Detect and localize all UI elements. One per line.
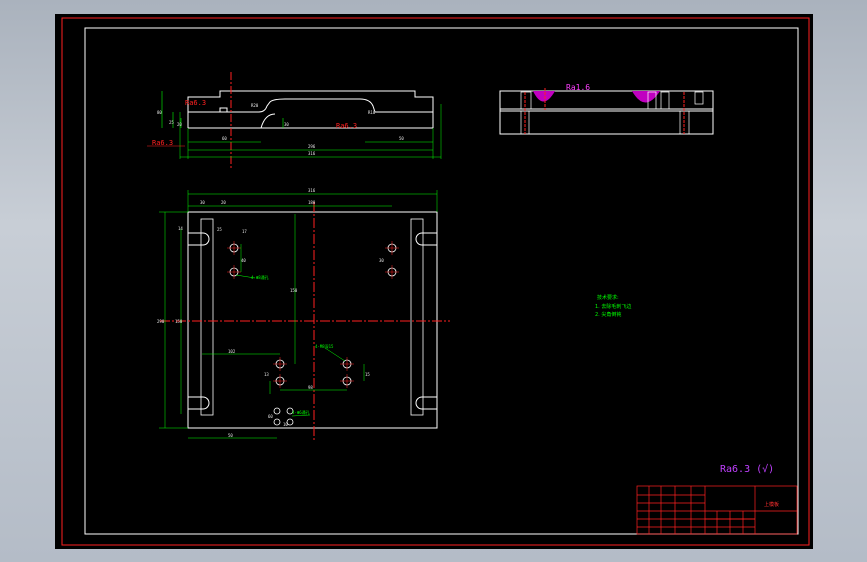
section-view-side: Ra1.6 — [499, 83, 714, 135]
plan-dim-w98: 98 — [308, 385, 313, 390]
dim-w60: 60 — [222, 136, 227, 141]
dim-h25: 25 — [169, 120, 174, 125]
title-block — [636, 485, 798, 535]
plan-dim-d10: 10 — [283, 422, 288, 427]
plan-dim-w60: 60 — [268, 414, 273, 419]
dim-h20: 20 — [177, 122, 182, 127]
plan-view: 316 30 20 180 290 150 14 25 17 40 30 150… — [157, 188, 450, 442]
callout-holes-c: 4-Φ6通孔 — [292, 409, 310, 415]
plan-dim-w102: 102 — [228, 349, 236, 354]
plan-dim-w50: 50 — [228, 433, 233, 438]
plan-dim-h40: 40 — [241, 258, 246, 263]
plan-dim-h14: 14 — [178, 226, 183, 231]
roughness-label-a: Ra6.3 — [185, 99, 206, 107]
plan-dim-h15: 15 — [365, 372, 370, 377]
plan-dim-h150b: 150 — [290, 288, 298, 293]
dim-d30: 30 — [284, 122, 289, 127]
section-view-top-left: 80 25 20 R20 30 R10 60 50 296 316 Ra6.3 … — [147, 72, 442, 170]
plan-dim-h150: 150 — [175, 319, 183, 324]
title-part-name: 上模板 — [764, 501, 779, 508]
plan-dim-h290: 290 — [157, 319, 165, 324]
general-roughness: Ra6.3 (√) — [720, 463, 774, 475]
callout-holes-a: 4-Φ8通孔 — [251, 274, 269, 280]
dim-h80: 80 — [157, 110, 162, 115]
plan-dim-w30: 30 — [200, 200, 205, 205]
plan-dim-h25: 25 — [217, 227, 222, 232]
dim-w316: 316 — [308, 151, 316, 156]
plan-dim-w180: 180 — [308, 200, 316, 205]
tech-notes-line-2: 2. 尖角倒钝 — [595, 311, 621, 318]
outer-border — [61, 17, 810, 546]
dim-r20: R20 — [251, 103, 259, 108]
technical-notes: 技术要求: 1. 去除毛刺飞边 2. 尖角倒钝 — [595, 294, 631, 318]
plan-dim-h30: 30 — [379, 258, 384, 263]
tech-notes-line-1: 1. 去除毛刺飞边 — [595, 303, 631, 310]
plan-dim-w316: 316 — [308, 188, 316, 193]
dim-w296: 296 — [308, 144, 316, 149]
dim-w50: 50 — [399, 136, 404, 141]
roughness-label-c: Ra6.3 — [336, 122, 357, 130]
drawing-sheet: 80 25 20 R20 30 R10 60 50 296 316 Ra6.3 … — [55, 14, 813, 549]
plan-dim-h13: 13 — [264, 372, 269, 377]
plan-dim-w20: 20 — [221, 200, 226, 205]
plan-dim-h17: 17 — [242, 229, 247, 234]
cad-drawing: 80 25 20 R20 30 R10 60 50 296 316 Ra6.3 … — [61, 17, 810, 546]
callout-holes-b: 4-M8深15 — [315, 343, 334, 349]
roughness-label-side: Ra1.6 — [566, 83, 590, 92]
tech-notes-heading: 技术要求: — [597, 294, 619, 301]
dim-r10: R10 — [368, 110, 376, 115]
